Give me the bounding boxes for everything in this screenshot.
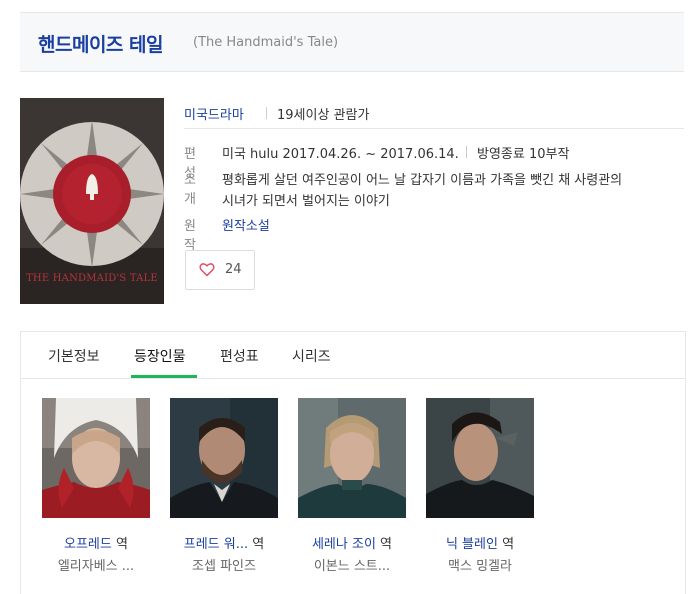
character-name[interactable]: 닉 블레인 xyxy=(446,537,498,552)
like-count: 24 xyxy=(225,262,242,277)
title-bar: 핸드메이즈 테일 (The Handmaid's Tale) xyxy=(20,12,684,72)
synopsis-line-1: 평화롭게 살던 여주인공이 어느 날 갑자기 이름과 가족을 뺏긴 채 사령관의 xyxy=(222,173,623,188)
poster-caption: THE HANDMAID'S TALE xyxy=(26,273,158,284)
separator xyxy=(266,107,267,119)
genre-link[interactable]: 미국드라마 xyxy=(184,104,244,123)
cast-photo[interactable] xyxy=(42,398,150,518)
role-suffix: 역 xyxy=(380,537,393,552)
age-rating: 19세이상 관람가 xyxy=(277,108,370,123)
tab-cast[interactable]: 등장인물 xyxy=(134,346,186,366)
original-label: 원작 xyxy=(184,219,196,253)
synopsis-label: 소개 xyxy=(184,173,196,207)
original-link[interactable]: 원작소설 xyxy=(222,215,270,234)
poster-image[interactable]: THE HANDMAID'S TALE xyxy=(20,98,164,304)
actor-name[interactable]: 맥스 밍겔라 xyxy=(416,555,544,574)
heart-icon xyxy=(199,262,215,281)
role-suffix: 역 xyxy=(116,537,128,552)
tab-schedule[interactable]: 편성표 xyxy=(220,346,259,366)
tab-series[interactable]: 시리즈 xyxy=(292,346,331,366)
character-name[interactable]: 오프레드 xyxy=(64,537,112,552)
broadcast-value: 미국 hulu 2017.04.26. ~ 2017.06.14. xyxy=(222,147,459,162)
cast-name-line: 프레드 워... 역 xyxy=(160,533,288,552)
role-suffix: 역 xyxy=(252,537,265,552)
detail-section: 기본정보 등장인물 편성표 시리즈 오프레드 역 엘리자베스 ... 프레드 워… xyxy=(20,331,686,594)
cast-name-line: 닉 블레인 역 xyxy=(416,533,544,552)
like-button[interactable]: 24 xyxy=(185,250,255,290)
active-tab-indicator xyxy=(131,375,197,378)
genre-row: 미국드라마 19세이상 관람가 xyxy=(184,98,684,129)
cast-photo[interactable] xyxy=(170,398,278,518)
synopsis-line-2: 시녀가 되면서 벌어지는 이야기 xyxy=(222,194,390,209)
status-value: 방영종료 10부작 xyxy=(477,147,570,162)
cast-name-line: 세레나 조이 역 xyxy=(288,533,416,552)
actor-name[interactable]: 엘리자베스 ... xyxy=(32,555,160,574)
cast-photo[interactable] xyxy=(426,398,534,518)
character-name[interactable]: 세레나 조이 xyxy=(312,537,376,552)
separator xyxy=(466,146,467,158)
character-name[interactable]: 프레드 워... xyxy=(184,537,248,552)
page-subtitle: (The Handmaid's Tale) xyxy=(193,35,339,50)
cast-photo[interactable] xyxy=(298,398,406,518)
tab-basic-info[interactable]: 기본정보 xyxy=(48,346,100,366)
role-suffix: 역 xyxy=(502,537,515,552)
actor-name[interactable]: 조셉 파인즈 xyxy=(160,555,288,574)
actor-name[interactable]: 이본느 스트... xyxy=(288,555,416,574)
tab-bar: 기본정보 등장인물 편성표 시리즈 xyxy=(21,332,685,379)
page-title[interactable]: 핸드메이즈 테일 xyxy=(38,30,163,57)
cast-name-line: 오프레드 역 xyxy=(32,533,160,552)
